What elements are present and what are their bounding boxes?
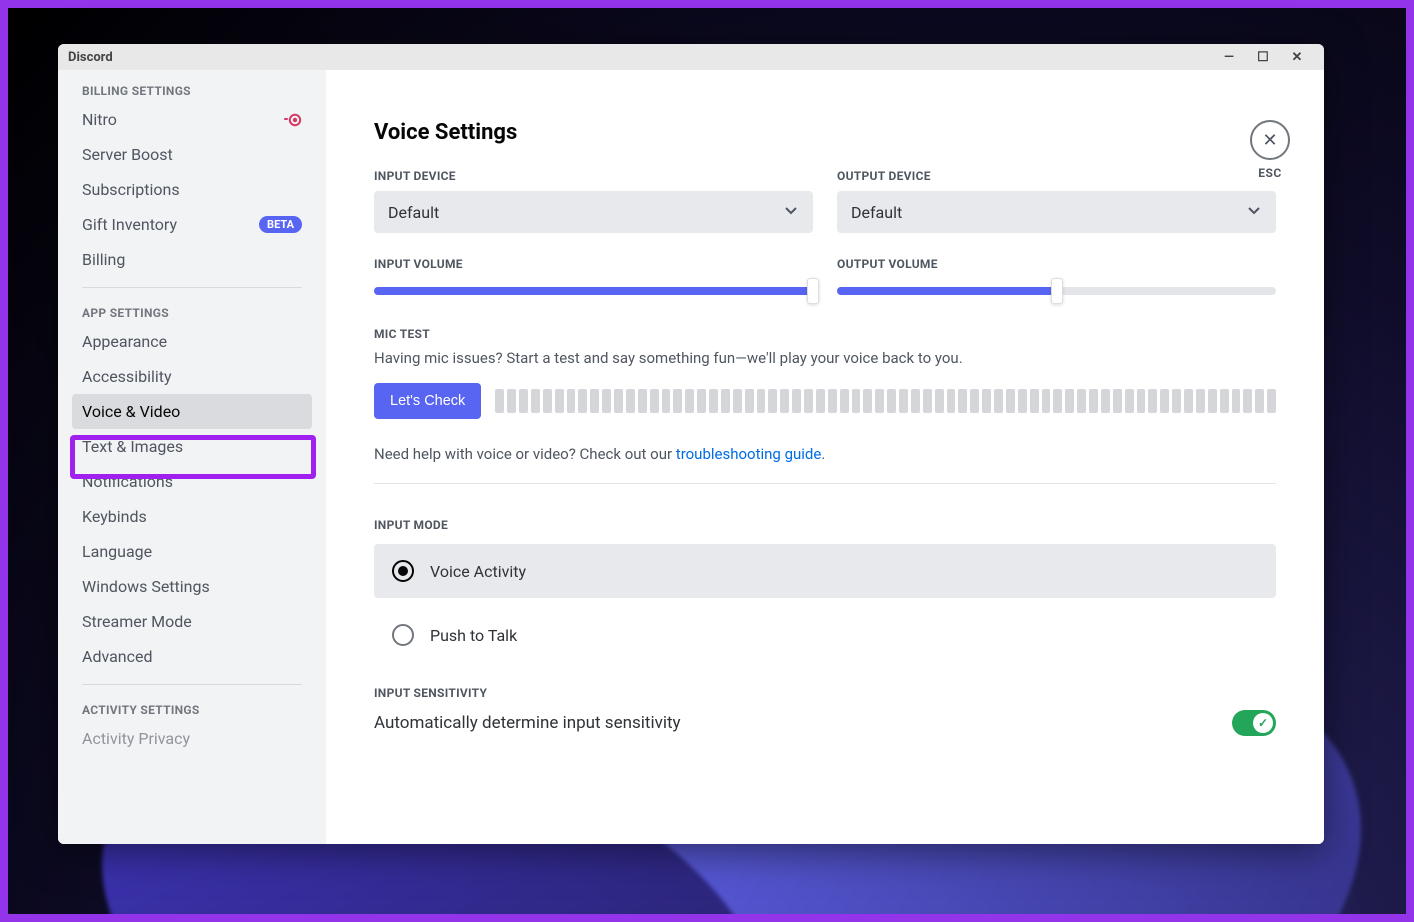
- sidebar-item-label: Advanced: [82, 647, 302, 666]
- sidebar-item-label: Streamer Mode: [82, 612, 302, 631]
- sidebar-item-label: Nitro: [82, 110, 284, 129]
- close-icon: ✕: [1262, 130, 1277, 151]
- sidebar-item-label: Windows Settings: [82, 577, 302, 596]
- close-settings-button[interactable]: ✕: [1250, 120, 1290, 160]
- radio-label: Push to Talk: [430, 626, 517, 645]
- close-window-button[interactable]: ✕: [1280, 50, 1314, 65]
- chevron-down-icon: [1246, 202, 1262, 222]
- sidebar-item-label: Text & Images: [82, 437, 302, 456]
- output-device-value: Default: [851, 203, 902, 222]
- input-volume-slider[interactable]: [374, 279, 813, 303]
- sidebar-item-label: Notifications: [82, 472, 302, 491]
- sidebar-item-server-boost[interactable]: Server Boost: [72, 137, 312, 172]
- sidebar-item-activity-privacy[interactable]: Activity Privacy: [72, 721, 312, 756]
- sidebar-category-activity: ACTIVITY SETTINGS: [72, 695, 312, 721]
- troubleshooting-link[interactable]: troubleshooting guide: [676, 445, 822, 463]
- output-device-label: OUTPUT DEVICE: [837, 169, 1276, 183]
- divider: [374, 483, 1276, 484]
- lets-check-button[interactable]: Let's Check: [374, 383, 481, 419]
- close-label: ESC: [1250, 166, 1290, 180]
- settings-sidebar: BILLING SETTINGS Nitro Server Boost Subs…: [58, 70, 326, 844]
- chevron-down-icon: [783, 202, 799, 222]
- sidebar-item-gift-inventory[interactable]: Gift Inventory BETA: [72, 207, 312, 242]
- input-device-label: INPUT DEVICE: [374, 169, 813, 183]
- output-volume-label: OUTPUT VOLUME: [837, 257, 1276, 271]
- maximize-button[interactable]: ☐: [1246, 50, 1280, 65]
- sidebar-item-nitro[interactable]: Nitro: [72, 102, 312, 137]
- sidebar-item-label: Billing: [82, 250, 302, 269]
- sidebar-category-app: APP SETTINGS: [72, 298, 312, 324]
- mic-level-meter: [495, 389, 1276, 413]
- window-title: Discord: [68, 50, 113, 65]
- sidebar-item-label: Voice & Video: [82, 402, 302, 421]
- sidebar-divider: [82, 684, 302, 685]
- auto-sensitivity-toggle[interactable]: ✓: [1232, 710, 1276, 736]
- input-volume-label: INPUT VOLUME: [374, 257, 813, 271]
- input-mode-voice-activity[interactable]: Voice Activity: [374, 544, 1276, 598]
- radio-selected-icon: [392, 560, 414, 582]
- output-device-select[interactable]: Default: [837, 191, 1276, 233]
- sidebar-item-label: Activity Privacy: [82, 729, 302, 748]
- sidebar-item-label: Appearance: [82, 332, 302, 351]
- sidebar-item-windows-settings[interactable]: Windows Settings: [72, 569, 312, 604]
- input-mode-label: INPUT MODE: [374, 518, 1276, 532]
- sidebar-item-advanced[interactable]: Advanced: [72, 639, 312, 674]
- page-title: Voice Settings: [374, 120, 1276, 145]
- sidebar-item-text-images[interactable]: Text & Images: [72, 429, 312, 464]
- content-area: ✕ ESC Voice Settings INPUT DEVICE Defaul…: [326, 70, 1324, 844]
- sidebar-item-accessibility[interactable]: Accessibility: [72, 359, 312, 394]
- app-window: Discord — ☐ ✕ BILLING SETTINGS Nitro Ser…: [58, 44, 1324, 844]
- sidebar-item-appearance[interactable]: Appearance: [72, 324, 312, 359]
- sidebar-item-language[interactable]: Language: [72, 534, 312, 569]
- sidebar-item-keybinds[interactable]: Keybinds: [72, 499, 312, 534]
- help-text-prefix: Need help with voice or video? Check out…: [374, 445, 676, 463]
- beta-badge: BETA: [259, 216, 302, 233]
- sidebar-item-label: Subscriptions: [82, 180, 302, 199]
- sidebar-item-label: Server Boost: [82, 145, 302, 164]
- sidebar-item-label: Keybinds: [82, 507, 302, 526]
- sidebar-item-label: Gift Inventory: [82, 215, 259, 234]
- mic-test-label: MIC TEST: [374, 327, 1276, 341]
- mic-test-description: Having mic issues? Start a test and say …: [374, 349, 1276, 367]
- minimize-button[interactable]: —: [1212, 50, 1246, 65]
- sidebar-divider: [82, 287, 302, 288]
- sidebar-item-notifications[interactable]: Notifications: [72, 464, 312, 499]
- auto-sensitivity-label: Automatically determine input sensitivit…: [374, 713, 681, 733]
- radio-unselected-icon: [392, 624, 414, 646]
- input-device-value: Default: [388, 203, 439, 222]
- input-mode-push-to-talk[interactable]: Push to Talk: [374, 608, 1276, 662]
- help-text-suffix: .: [821, 445, 825, 463]
- sidebar-item-billing[interactable]: Billing: [72, 242, 312, 277]
- sidebar-category-billing: BILLING SETTINGS: [72, 76, 312, 102]
- titlebar: Discord — ☐ ✕: [58, 44, 1324, 70]
- help-text: Need help with voice or video? Check out…: [374, 445, 1276, 463]
- check-icon: ✓: [1253, 713, 1273, 733]
- sidebar-item-voice-video[interactable]: Voice & Video: [72, 394, 312, 429]
- input-device-select[interactable]: Default: [374, 191, 813, 233]
- sidebar-item-subscriptions[interactable]: Subscriptions: [72, 172, 312, 207]
- sidebar-item-streamer-mode[interactable]: Streamer Mode: [72, 604, 312, 639]
- sidebar-item-label: Language: [82, 542, 302, 561]
- radio-label: Voice Activity: [430, 562, 526, 581]
- input-sensitivity-label: INPUT SENSITIVITY: [374, 686, 1276, 700]
- sidebar-item-label: Accessibility: [82, 367, 302, 386]
- nitro-icon: [284, 113, 302, 127]
- output-volume-slider[interactable]: [837, 279, 1276, 303]
